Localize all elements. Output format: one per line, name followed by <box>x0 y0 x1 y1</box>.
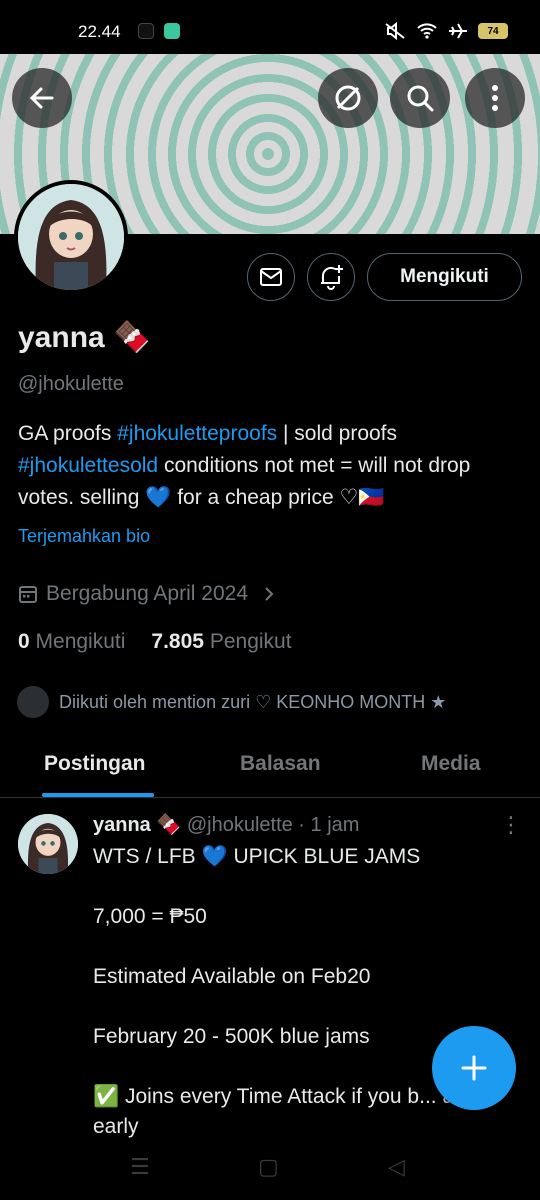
plus-icon <box>461 1055 487 1081</box>
translate-bio-link[interactable]: Terjemahkan bio <box>18 526 150 547</box>
following-stat[interactable]: 0 Mengikuti <box>18 630 125 654</box>
tiktok-icon <box>138 23 154 39</box>
more-vertical-icon <box>492 85 498 111</box>
back-button[interactable] <box>12 68 72 128</box>
following-count: 0 <box>18 630 30 653</box>
airplane-icon <box>449 23 467 39</box>
post-line: early <box>93 1115 139 1138</box>
compose-post-button[interactable] <box>432 1026 516 1110</box>
mute-vibrate-icon <box>385 22 405 40</box>
followers-stat[interactable]: 7.805 Pengikut <box>151 630 291 654</box>
profile-handle: @jhokulette <box>18 373 124 395</box>
profile-tabs: Postingan Balasan Media <box>0 740 540 798</box>
post-line: 7,000 = ₱50 <box>93 905 207 928</box>
calendar-icon <box>19 586 37 603</box>
followed-by-text: Diikuti oleh mention zuri ♡ KEONHO MONTH… <box>59 691 447 712</box>
followers-label: Pengikut <box>209 630 292 653</box>
system-nav-bar: ☰ ▢ ◁ <box>0 1140 540 1200</box>
notifications-button[interactable] <box>307 253 355 301</box>
search-button[interactable] <box>390 68 450 128</box>
avatar-image <box>18 184 124 290</box>
bio-text: | sold proofs <box>277 422 398 445</box>
post-line: WTS / LFB 💙 UPICK BLUE JAMS <box>93 845 421 868</box>
tab-balasan[interactable]: Balasan <box>240 752 321 776</box>
followers-count: 7.805 <box>151 630 204 653</box>
recent-apps-button[interactable]: ☰ <box>130 1154 150 1180</box>
following-button[interactable]: Mengikuti <box>367 253 522 301</box>
profile-bio: GA proofs #jhokuletteproofs | sold proof… <box>18 418 523 514</box>
envelope-icon <box>260 268 282 286</box>
profile-name: yanna 🍫 <box>18 321 151 354</box>
grok-icon <box>335 85 361 111</box>
status-bar: 22.44 74 <box>0 0 540 54</box>
follower-avatar <box>15 684 51 720</box>
status-icons: 74 <box>384 22 508 40</box>
post-header: yanna 🍫 @jhokulette · 1 jam <box>93 812 359 837</box>
profile-avatar[interactable] <box>14 180 128 294</box>
message-button[interactable] <box>247 253 295 301</box>
post-avatar[interactable] <box>18 814 78 874</box>
bio-hashtag-link[interactable]: #jhokulettesold <box>18 454 158 477</box>
home-button[interactable]: ▢ <box>258 1154 279 1180</box>
joined-date[interactable]: Bergabung April 2024 <box>18 582 276 606</box>
status-time: 22.44 <box>78 22 121 41</box>
battery-icon: 74 <box>478 23 508 39</box>
followed-by-row[interactable]: Diikuti oleh mention zuri ♡ KEONHO MONTH… <box>15 684 446 720</box>
back-nav-button[interactable]: ◁ <box>388 1154 405 1180</box>
tab-postingan[interactable]: Postingan <box>44 752 146 776</box>
follow-stats: 0 Mengikuti 7.805 Pengikut <box>18 630 292 654</box>
tab-media[interactable]: Media <box>421 752 481 776</box>
arrow-left-icon <box>29 87 54 109</box>
wifi-icon <box>417 23 437 39</box>
post-line: Estimated Available on Feb20 <box>93 965 371 988</box>
search-icon <box>407 85 434 112</box>
chevron-right-icon <box>265 587 274 601</box>
more-options-button[interactable] <box>465 68 525 128</box>
app-notification-icon <box>164 23 180 39</box>
following-label: Mengikuti <box>35 630 126 653</box>
post-more-button[interactable]: ⋮ <box>500 812 522 838</box>
active-tab-indicator <box>42 793 154 797</box>
bio-hashtag-link[interactable]: #jhokuletteproofs <box>117 422 277 445</box>
post-meta: @jhokulette · 1 jam <box>186 814 360 836</box>
bio-text: GA proofs <box>18 422 118 445</box>
bell-plus-icon <box>321 265 343 290</box>
post-author-name[interactable]: yanna 🍫 <box>93 814 181 836</box>
joined-text: Bergabung April 2024 <box>46 582 248 605</box>
grok-button[interactable] <box>318 68 378 128</box>
